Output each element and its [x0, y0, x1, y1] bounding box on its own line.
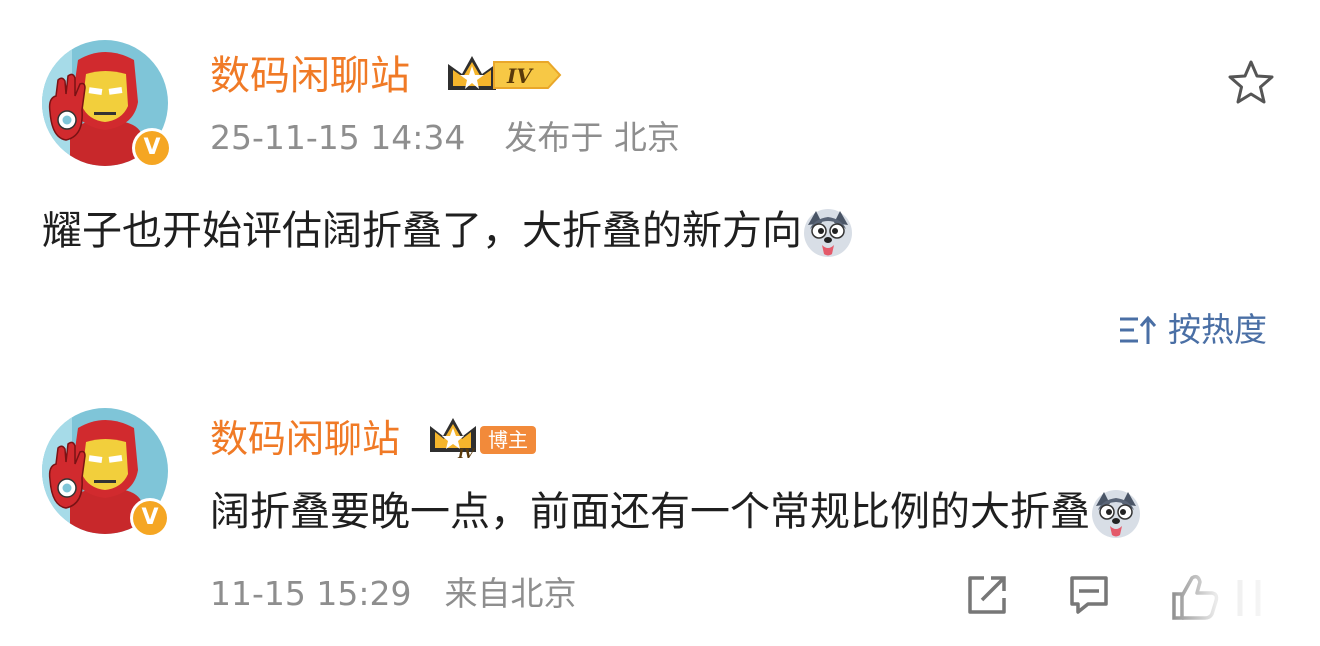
like-button[interactable] — [1160, 566, 1320, 636]
post-timestamp: 25-11-15 14:34 — [210, 118, 466, 157]
verified-icon: V — [133, 501, 167, 535]
comment-button[interactable] — [1066, 572, 1112, 618]
verified-icon: V — [135, 131, 169, 165]
comment-content: 阔折叠要晚一点，前面还有一个常规比例的大折叠 — [210, 486, 1142, 540]
level-badge: IV — [444, 50, 564, 98]
share-button[interactable] — [964, 572, 1010, 618]
verified-badge: V — [130, 498, 170, 538]
post-meta: 25-11-15 14:34 发布于 北京 — [210, 118, 680, 158]
post-text: 耀子也开始评估阔折叠了，大折叠的新方向 — [42, 208, 802, 254]
favorite-button[interactable] — [1226, 58, 1276, 108]
post-location: 发布于 北京 — [504, 118, 680, 157]
crown-level-icon: IV — [430, 418, 476, 462]
like-icon — [1160, 566, 1320, 636]
role-badge: 博主 — [480, 426, 536, 454]
share-icon — [968, 576, 1006, 614]
commenter-badges: IV 博主 — [428, 414, 548, 462]
comment-icon — [1070, 576, 1108, 614]
verified-badge: V — [132, 128, 172, 168]
commenter-name[interactable]: 数码闲聊站 — [210, 415, 400, 463]
comment-source: 来自北京 — [444, 574, 577, 613]
sort-label: 按热度 — [1168, 310, 1267, 349]
star-outline-icon — [1228, 60, 1274, 104]
commenter-avatar[interactable]: V — [42, 408, 170, 538]
author-avatar[interactable]: V — [42, 40, 172, 168]
level-text: IV — [457, 447, 476, 462]
doge-emoji — [804, 209, 852, 257]
sort-icon — [1120, 315, 1157, 344]
doge-emoji — [1092, 490, 1140, 538]
comment-timestamp: 11-15 15:29 — [210, 574, 412, 613]
comment-meta: 11-15 15:29 来自北京 — [210, 574, 576, 614]
level-text: IV — [506, 64, 534, 88]
author-name[interactable]: 数码闲聊站 — [210, 52, 410, 100]
comment-text: 阔折叠要晚一点，前面还有一个常规比例的大折叠 — [210, 489, 1090, 535]
post-content: 耀子也开始评估阔折叠了，大折叠的新方向 — [42, 205, 854, 259]
sort-button[interactable]: 按热度 — [1118, 310, 1267, 350]
crown-level-icon: IV — [448, 56, 562, 90]
